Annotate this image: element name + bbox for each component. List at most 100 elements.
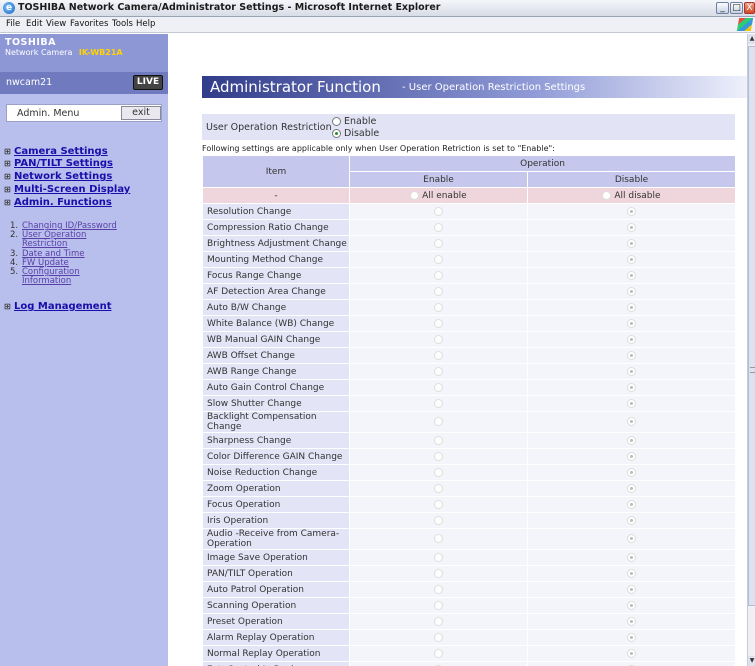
disable-radio[interactable] <box>627 286 636 296</box>
enable-cell[interactable] <box>349 597 528 614</box>
enable-cell[interactable] <box>349 464 528 481</box>
enable-cell[interactable] <box>349 219 528 236</box>
scroll-up-icon[interactable]: ▲ <box>748 34 755 44</box>
enable-cell[interactable] <box>349 496 528 513</box>
disable-radio[interactable] <box>627 552 636 562</box>
disable-cell[interactable] <box>526 267 737 284</box>
disable-cell[interactable] <box>526 565 737 582</box>
disable-cell[interactable] <box>526 363 737 380</box>
disable-cell[interactable] <box>526 613 737 630</box>
all-enable-cell[interactable]: All enable <box>349 187 528 204</box>
enable-cell[interactable] <box>349 235 528 252</box>
disable-radio[interactable] <box>627 302 636 312</box>
disable-radio[interactable] <box>627 467 636 477</box>
enable-cell[interactable] <box>349 331 528 348</box>
enable-cell[interactable] <box>349 347 528 364</box>
enable-cell[interactable] <box>349 565 528 582</box>
enable-cell[interactable] <box>349 251 528 268</box>
disable-radio[interactable] <box>627 206 636 216</box>
scroll-down-icon[interactable]: ▼ <box>748 656 755 666</box>
disable-cell[interactable] <box>526 251 737 268</box>
enable-cell[interactable] <box>349 299 528 316</box>
enable-radio[interactable] <box>434 382 443 392</box>
enable-cell[interactable] <box>349 363 528 380</box>
disable-radio[interactable] <box>627 254 636 264</box>
enable-cell[interactable] <box>349 629 528 646</box>
exit-button[interactable]: exit <box>121 106 161 120</box>
all-disable-radio[interactable] <box>602 190 612 200</box>
enable-radio[interactable] <box>434 600 443 610</box>
enable-radio[interactable] <box>332 117 341 126</box>
disable-radio[interactable] <box>627 499 636 509</box>
disable-cell[interactable] <box>526 235 737 252</box>
enable-radio[interactable] <box>434 398 443 408</box>
disable-radio[interactable] <box>627 350 636 360</box>
disable-cell[interactable] <box>526 528 737 550</box>
disable-radio[interactable] <box>627 334 636 344</box>
disable-radio[interactable] <box>627 534 636 543</box>
enable-radio[interactable] <box>434 499 443 509</box>
disable-radio[interactable] <box>627 584 636 594</box>
disable-cell[interactable] <box>526 629 737 646</box>
disable-cell[interactable] <box>526 219 737 236</box>
enable-radio[interactable] <box>434 483 443 493</box>
enable-cell[interactable] <box>349 315 528 332</box>
disable-radio[interactable] <box>627 417 636 426</box>
vertical-scrollbar[interactable]: ▲ ▼ <box>747 34 755 666</box>
enable-cell[interactable] <box>349 549 528 566</box>
enable-radio[interactable] <box>434 616 443 626</box>
disable-radio[interactable] <box>627 435 636 445</box>
disable-radio[interactable] <box>627 515 636 525</box>
enable-cell[interactable] <box>349 581 528 598</box>
disable-cell[interactable] <box>526 480 737 497</box>
nav-log-management[interactable]: ⊞ Log Management <box>4 301 112 312</box>
nav-camera-settings[interactable]: ⊞ Camera Settings <box>4 146 108 157</box>
disable-cell[interactable] <box>526 597 737 614</box>
enable-radio[interactable] <box>434 270 443 280</box>
menu-edit[interactable]: Edit <box>26 19 42 29</box>
enable-radio[interactable] <box>434 334 443 344</box>
enable-cell[interactable] <box>349 512 528 529</box>
enable-radio[interactable] <box>434 467 443 477</box>
subnav-link-cont[interactable]: Information <box>10 277 80 286</box>
disable-radio[interactable] <box>627 238 636 248</box>
disable-radio[interactable] <box>627 600 636 610</box>
disable-radio[interactable] <box>627 222 636 232</box>
disable-cell[interactable] <box>526 395 737 412</box>
disable-cell[interactable] <box>526 283 737 300</box>
enable-radio[interactable] <box>434 302 443 312</box>
restriction-disable-option[interactable]: Disable <box>332 128 379 139</box>
enable-radio[interactable] <box>434 552 443 562</box>
disable-cell[interactable] <box>526 645 737 662</box>
scroll-thumb[interactable] <box>748 46 755 606</box>
disable-radio[interactable] <box>627 318 636 328</box>
disable-cell[interactable] <box>526 448 737 465</box>
disable-radio[interactable] <box>627 270 636 280</box>
nav-admin-functions[interactable]: ⊞ Admin. Functions <box>4 197 112 208</box>
disable-radio[interactable] <box>627 616 636 626</box>
disable-radio[interactable] <box>627 398 636 408</box>
enable-radio[interactable] <box>434 417 443 426</box>
disable-cell[interactable] <box>526 581 737 598</box>
enable-radio[interactable] <box>434 515 443 525</box>
enable-cell[interactable] <box>349 267 528 284</box>
menu-favorites[interactable]: Favorites <box>70 19 108 29</box>
enable-radio[interactable] <box>434 222 443 232</box>
disable-cell[interactable] <box>526 379 737 396</box>
enable-cell[interactable] <box>349 432 528 449</box>
disable-cell[interactable] <box>526 411 737 433</box>
enable-radio[interactable] <box>434 238 443 248</box>
disable-cell[interactable] <box>526 315 737 332</box>
minimize-button[interactable]: _ <box>716 2 729 14</box>
enable-cell[interactable] <box>349 480 528 497</box>
enable-radio[interactable] <box>434 254 443 264</box>
enable-radio[interactable] <box>434 534 443 543</box>
disable-radio[interactable] <box>627 648 636 658</box>
enable-cell[interactable] <box>349 645 528 662</box>
live-button[interactable]: LIVE <box>133 75 163 90</box>
enable-radio[interactable] <box>434 286 443 296</box>
enable-radio[interactable] <box>434 206 443 216</box>
disable-cell[interactable] <box>526 512 737 529</box>
enable-radio[interactable] <box>434 584 443 594</box>
enable-radio[interactable] <box>434 648 443 658</box>
